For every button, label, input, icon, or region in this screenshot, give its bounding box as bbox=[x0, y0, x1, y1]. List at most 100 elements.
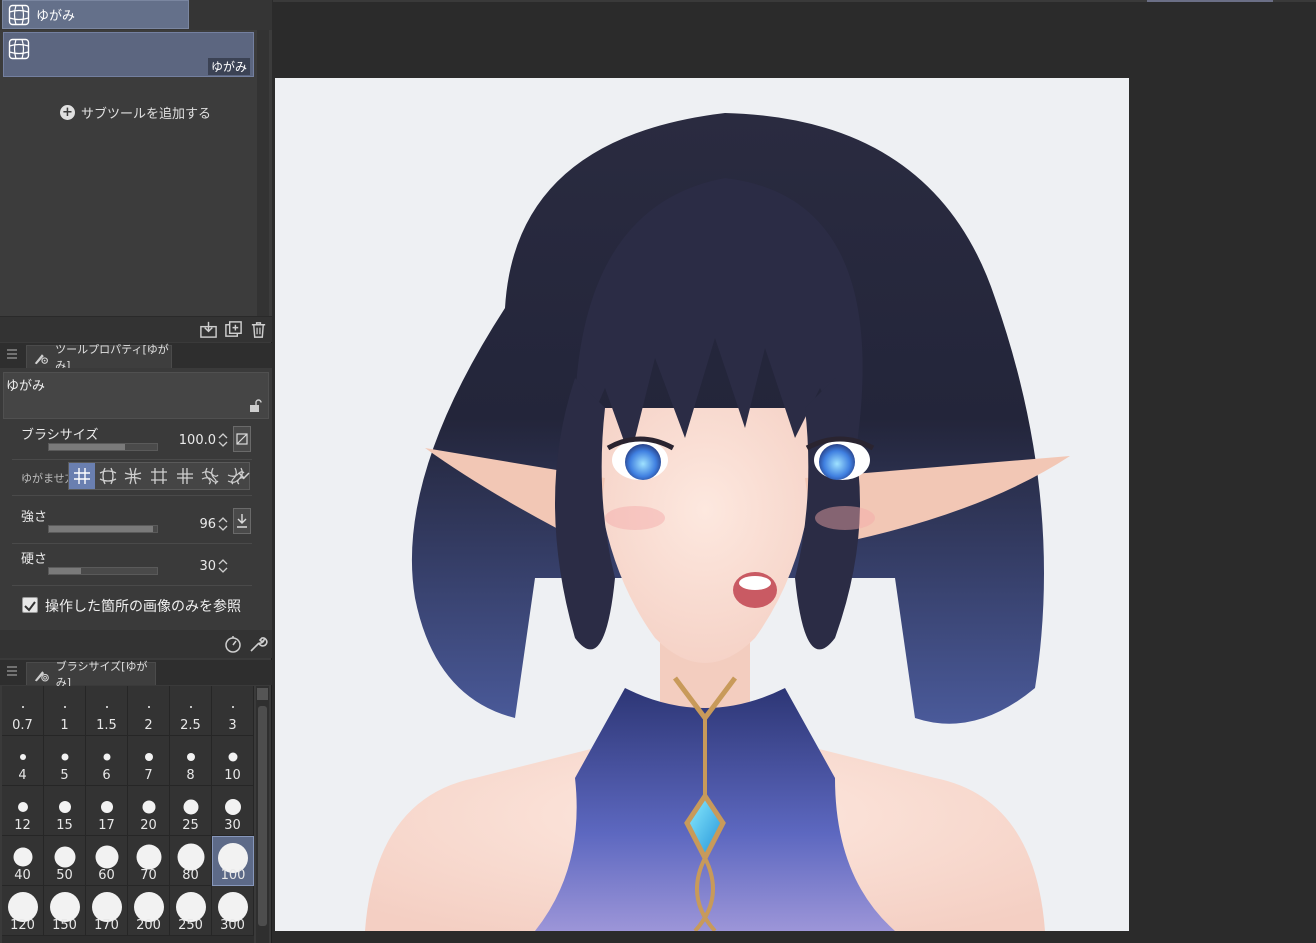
tool-property-footer bbox=[0, 630, 272, 658]
brush-size-cell[interactable]: 1.5 bbox=[86, 686, 128, 736]
brush-size-dot bbox=[19, 754, 26, 760]
brush-size-palette-header: ブラシサイズ[ゆがみ] bbox=[0, 660, 272, 689]
brush-size-slider[interactable] bbox=[48, 443, 158, 451]
trash-icon[interactable] bbox=[249, 320, 268, 339]
brush-size-cell[interactable]: 8 bbox=[170, 736, 212, 786]
subtool-scrollbar[interactable] bbox=[257, 30, 269, 316]
brush-size-dot bbox=[17, 802, 28, 812]
strength-label: 強さ bbox=[21, 510, 48, 525]
brush-size-cell[interactable]: 10 bbox=[212, 736, 254, 786]
warp-mode-selector[interactable] bbox=[68, 462, 250, 490]
brush-size-dot bbox=[189, 706, 192, 708]
brush-size-cell-label: 12 bbox=[14, 818, 31, 833]
artwork-elf-girl bbox=[275, 78, 1129, 931]
pressure-button[interactable] bbox=[233, 426, 251, 452]
brush-size-cell-label: 60 bbox=[98, 868, 115, 883]
brush-size-cell[interactable]: 80 bbox=[170, 836, 212, 886]
brush-size-cell[interactable]: 120 bbox=[2, 886, 44, 936]
brush-size-cell[interactable]: 150 bbox=[44, 886, 86, 936]
grid-move-icon bbox=[73, 468, 90, 484]
brush-size-cell-label: 1 bbox=[60, 718, 69, 733]
brush-size-cell[interactable]: 12 bbox=[2, 786, 44, 836]
brush-size-cell[interactable]: 30 bbox=[212, 786, 254, 836]
brush-size-cell[interactable]: 300 bbox=[212, 886, 254, 936]
refer-checkbox[interactable] bbox=[22, 597, 38, 613]
tab-tool-property[interactable]: ツールプロパティ[ゆがみ] bbox=[26, 343, 172, 372]
brush-size-cell[interactable]: 2 bbox=[128, 686, 170, 736]
tab-brush-size[interactable]: ブラシサイズ[ゆがみ] bbox=[26, 660, 156, 689]
reset-gauge-icon[interactable] bbox=[223, 634, 243, 654]
grid-twist-right-icon bbox=[202, 467, 219, 485]
strength-spin-icon[interactable] bbox=[218, 516, 228, 532]
add-subtool-button[interactable]: + サブツールを追加する bbox=[60, 103, 211, 122]
strength-value[interactable]: 96 bbox=[166, 517, 216, 532]
brush-size-cell[interactable]: 60 bbox=[86, 836, 128, 886]
brush-size-cell-label: 200 bbox=[136, 918, 161, 933]
canvas[interactable] bbox=[275, 78, 1129, 931]
left-panel: ゆがみ ゆがみ + サブツールを追加する ツールプロパティ[ゆがみ] ゆがみ ブ… bbox=[0, 0, 272, 943]
hardness-slider-fill bbox=[49, 568, 82, 574]
warp-mode-twist-right[interactable] bbox=[198, 463, 224, 489]
brush-size-cell[interactable]: 70 bbox=[128, 836, 170, 886]
brush-size-cell[interactable]: 3 bbox=[212, 686, 254, 736]
brush-size-dot bbox=[183, 799, 198, 815]
brush-size-cell[interactable]: 50 bbox=[44, 836, 86, 886]
palette-menu-icon[interactable] bbox=[6, 665, 18, 677]
brush-size-cell[interactable]: 200 bbox=[128, 886, 170, 936]
warp-mode-row: ゆがませ方 bbox=[12, 462, 252, 496]
grid-expand-icon bbox=[99, 467, 116, 485]
canvas-workspace[interactable] bbox=[273, 0, 1316, 943]
brush-size-cell[interactable]: 4 bbox=[2, 736, 44, 786]
scroll-up-button[interactable] bbox=[257, 688, 268, 700]
palette-menu-icon[interactable] bbox=[6, 348, 18, 360]
brush-size-cell[interactable]: 6 bbox=[86, 736, 128, 786]
brush-size-cell[interactable]: 5 bbox=[44, 736, 86, 786]
brush-size-cell[interactable]: 170 bbox=[86, 886, 128, 936]
brush-size-cell-label: 120 bbox=[10, 918, 35, 933]
tool-property-header: ツールプロパティ[ゆがみ] bbox=[0, 343, 272, 372]
brush-size-cell-label: 250 bbox=[178, 918, 203, 933]
warp-mode-expand[interactable] bbox=[95, 463, 121, 489]
tool-name: ゆがみ bbox=[6, 379, 46, 394]
brush-size-cell-label: 20 bbox=[140, 818, 157, 833]
wrench-icon[interactable] bbox=[248, 634, 268, 654]
subtool-group-tab[interactable]: ゆがみ bbox=[2, 0, 189, 29]
warp-mode-expand-h[interactable] bbox=[146, 463, 172, 489]
brush-size-cell-label: 0.7 bbox=[12, 718, 33, 733]
brush-size-dot bbox=[186, 753, 195, 761]
brush-size-spin-icon[interactable] bbox=[218, 432, 228, 448]
warp-mode-pinch[interactable] bbox=[120, 463, 146, 489]
brush-size-cell[interactable]: 1 bbox=[44, 686, 86, 736]
brush-size-scrollbar[interactable] bbox=[256, 686, 269, 943]
hardness-slider[interactable] bbox=[48, 567, 158, 575]
unlock-icon[interactable] bbox=[248, 399, 262, 413]
chevron-down-icon[interactable] bbox=[238, 471, 250, 481]
brush-size-cell[interactable]: 17 bbox=[86, 786, 128, 836]
strength-slider[interactable] bbox=[48, 525, 158, 533]
warp-mode-move[interactable] bbox=[69, 463, 95, 489]
duplicate-icon[interactable] bbox=[224, 320, 243, 339]
warp-mode-shrink[interactable] bbox=[172, 463, 198, 489]
add-subtool-label: サブツールを追加する bbox=[81, 107, 212, 122]
brush-size-cell-label: 170 bbox=[94, 918, 119, 933]
hardness-value[interactable]: 30 bbox=[166, 559, 216, 574]
brush-size-cell[interactable]: 2.5 bbox=[170, 686, 212, 736]
brush-size-cell-label: 50 bbox=[56, 868, 73, 883]
brush-size-cell[interactable]: 100 bbox=[212, 836, 254, 886]
brush-size-cell[interactable]: 40 bbox=[2, 836, 44, 886]
hardness-spin-icon[interactable] bbox=[218, 558, 228, 574]
subtool-list: ゆがみ + サブツールを追加する bbox=[0, 30, 272, 316]
scroll-thumb[interactable] bbox=[258, 706, 267, 926]
brush-size-cell[interactable]: 0.7 bbox=[2, 686, 44, 736]
brush-size-dot bbox=[144, 753, 153, 761]
brush-size-cell[interactable]: 15 bbox=[44, 786, 86, 836]
brush-size-value[interactable]: 100.0 bbox=[166, 433, 216, 448]
brush-size-cell[interactable]: 20 bbox=[128, 786, 170, 836]
import-icon[interactable] bbox=[199, 320, 218, 339]
brush-size-cell[interactable]: 7 bbox=[128, 736, 170, 786]
strength-pressure-button[interactable] bbox=[233, 508, 251, 534]
brush-size-dot bbox=[13, 847, 32, 867]
brush-size-cell[interactable]: 25 bbox=[170, 786, 212, 836]
subtool-item-warp[interactable]: ゆがみ bbox=[3, 32, 254, 77]
brush-size-cell[interactable]: 250 bbox=[170, 886, 212, 936]
